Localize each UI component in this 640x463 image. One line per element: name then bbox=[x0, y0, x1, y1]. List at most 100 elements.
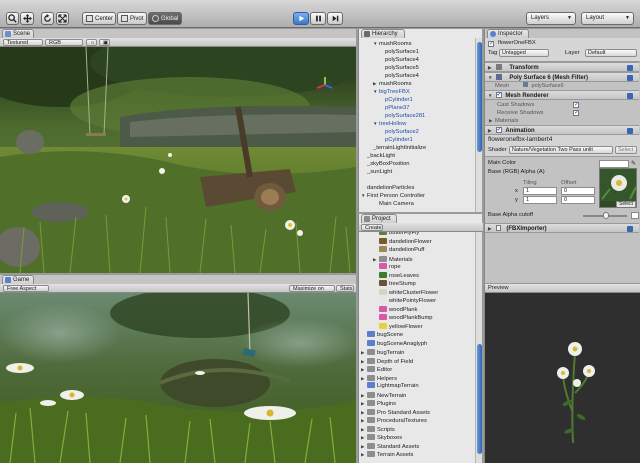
hierarchy-scroll-thumb[interactable] bbox=[477, 42, 482, 152]
asset-icon bbox=[379, 271, 387, 278]
object-active-checkbox[interactable] bbox=[488, 40, 494, 47]
hierarchy-row[interactable]: ▼ First Person Controller bbox=[359, 192, 425, 200]
project-scrollbar[interactable] bbox=[475, 232, 482, 463]
rotate-tool-button[interactable] bbox=[41, 12, 54, 25]
scene-viewport[interactable] bbox=[0, 47, 356, 273]
project-control-bar: Create bbox=[359, 223, 483, 232]
shader-select-button[interactable]: Select bbox=[615, 146, 637, 154]
scene-image-toggle[interactable]: ▣ bbox=[99, 39, 110, 46]
offset-y-field[interactable]: 0 bbox=[561, 196, 595, 204]
hierarchy-list: ▼ mushRooms polySurface1 polySurface4 polySu… bbox=[359, 40, 475, 212]
main-color-swatch[interactable] bbox=[599, 160, 629, 168]
render-mode-dropdown[interactable]: RGB bbox=[45, 39, 83, 46]
scale-tool-button[interactable] bbox=[56, 12, 69, 25]
global-toggle-button[interactable]: Global bbox=[148, 12, 182, 25]
tab-game[interactable]: Game bbox=[2, 275, 34, 284]
object-name-field[interactable]: flowerOneFBX bbox=[498, 39, 536, 47]
hierarchy-row[interactable]: _terrainLightInitialize bbox=[359, 144, 426, 152]
hierarchy-scrollbar[interactable] bbox=[475, 38, 482, 212]
gear-icon[interactable] bbox=[627, 75, 633, 81]
mesh-renderer-enabled-checkbox[interactable] bbox=[495, 91, 502, 100]
hierarchy-row-label: pCylinder1 bbox=[385, 137, 413, 143]
project-create-dropdown[interactable]: Create bbox=[361, 224, 383, 231]
project-item-label: Skyboxes bbox=[377, 435, 403, 441]
eyedropper-icon[interactable]: ✎ bbox=[631, 160, 636, 167]
hierarchy-row-label: Main Camera bbox=[379, 201, 414, 207]
animation-section-header[interactable]: ▶ Animation bbox=[485, 125, 639, 135]
hierarchy-row[interactable]: ▼ mushRooms bbox=[359, 40, 412, 48]
layout-dropdown[interactable]: Layout ▼ bbox=[581, 12, 634, 25]
project-item-label: Plugins bbox=[377, 401, 397, 407]
hand-tool-button[interactable] bbox=[6, 12, 19, 25]
stats-toggle[interactable]: Stats bbox=[336, 285, 354, 292]
gear-icon[interactable] bbox=[627, 226, 633, 232]
project-scroll-thumb[interactable] bbox=[477, 344, 482, 454]
materials-foldout[interactable]: ▶ Materials bbox=[489, 117, 519, 125]
x-label: x bbox=[515, 188, 518, 194]
alpha-cutoff-value-field[interactable] bbox=[631, 212, 639, 219]
layer-value: Default bbox=[588, 50, 606, 56]
mesh-renderer-section-header[interactable]: ▼ Mesh Renderer bbox=[485, 90, 639, 100]
tiling-x-field[interactable]: 1 bbox=[523, 187, 557, 195]
tab-inspector[interactable]: Inspector bbox=[487, 29, 529, 38]
pause-button[interactable] bbox=[310, 12, 326, 25]
shader-dropdown[interactable]: Nature/Vegetation Two Pass unlit bbox=[509, 146, 613, 154]
center-toggle-button[interactable]: Center bbox=[82, 12, 116, 25]
asset-icon bbox=[367, 382, 375, 389]
hierarchy-row[interactable]: pCylinder1 bbox=[359, 136, 413, 144]
shading-mode-dropdown[interactable]: Textured bbox=[3, 39, 43, 46]
hierarchy-row[interactable]: _backLight bbox=[359, 152, 395, 160]
gear-icon[interactable] bbox=[627, 65, 633, 71]
hierarchy-row[interactable]: _sunLight bbox=[359, 168, 392, 176]
transform-section-header[interactable]: ▶ Transform bbox=[485, 62, 639, 72]
hierarchy-row[interactable]: polySurface4 bbox=[359, 72, 419, 80]
scene-lighting-toggle[interactable]: ☼ bbox=[86, 39, 97, 46]
preview-render[interactable] bbox=[485, 293, 640, 463]
animation-enabled-checkbox[interactable] bbox=[495, 126, 502, 135]
hierarchy-row[interactable]: polySurface2 bbox=[359, 128, 419, 136]
hierarchy-row[interactable]: pPlane37 bbox=[359, 104, 410, 112]
hierarchy-row[interactable]: dandelionParticles bbox=[359, 184, 414, 192]
fbx-importer-section-header[interactable]: ▶ (FBXImporter) bbox=[485, 223, 639, 233]
play-button[interactable] bbox=[293, 12, 309, 25]
offset-x-field[interactable]: 0 bbox=[561, 187, 595, 195]
hierarchy-row[interactable] bbox=[359, 176, 367, 184]
hierarchy-row[interactable]: polySurface281 bbox=[359, 112, 425, 120]
game-viewport[interactable] bbox=[0, 293, 356, 463]
mesh-field[interactable]: polySurface6 bbox=[521, 82, 621, 90]
hierarchy-row[interactable]: polySurface5 bbox=[359, 64, 419, 72]
hierarchy-row[interactable]: polySurface4 bbox=[359, 56, 419, 64]
project-item-label: woodPlankBump bbox=[389, 315, 433, 321]
base-texture-slot[interactable]: Select bbox=[599, 168, 637, 208]
tab-hierarchy[interactable]: Hierarchy bbox=[361, 29, 405, 38]
layers-dropdown[interactable]: Layers ▼ bbox=[526, 12, 576, 25]
alpha-cutoff-slider-handle[interactable] bbox=[603, 212, 609, 219]
cast-shadows-checkbox[interactable] bbox=[573, 101, 579, 108]
tiling-y-field[interactable]: 1 bbox=[523, 196, 557, 204]
gear-icon[interactable] bbox=[627, 93, 633, 99]
hierarchy-row[interactable]: Main Camera bbox=[359, 200, 414, 208]
layer-dropdown[interactable]: Default bbox=[585, 49, 637, 57]
tag-dropdown[interactable]: Untagged bbox=[499, 49, 549, 57]
maximize-on-play-toggle[interactable]: Maximize on Play bbox=[289, 285, 335, 299]
hierarchy-row[interactable]: polySurface1 bbox=[359, 48, 419, 56]
step-button[interactable] bbox=[327, 12, 343, 25]
hierarchy-row[interactable]: ▼ bigTreeFBX bbox=[359, 88, 410, 96]
hierarchy-row[interactable]: _skyBoxPosition bbox=[359, 160, 410, 168]
move-tool-button[interactable] bbox=[20, 12, 34, 25]
folder-icon bbox=[367, 442, 375, 449]
hierarchy-row[interactable]: ▼ treeHollow bbox=[359, 120, 406, 128]
hierarchy-row[interactable]: pCylinder1 bbox=[359, 96, 413, 104]
pivot-toggle-button[interactable]: Pivot bbox=[117, 12, 147, 25]
mesh-filter-section-header[interactable]: ▼ Poly Surface 6 (Mesh Filter) bbox=[485, 72, 639, 82]
aspect-dropdown[interactable]: Free Aspect bbox=[3, 285, 49, 292]
texture-select-button[interactable]: Select bbox=[616, 201, 636, 207]
gear-icon[interactable] bbox=[627, 128, 633, 134]
tab-scene[interactable]: Scene bbox=[2, 29, 34, 38]
pause-icon bbox=[315, 15, 321, 22]
receive-shadows-checkbox[interactable] bbox=[573, 109, 579, 116]
hierarchy-row[interactable]: ▶ mushRooms bbox=[359, 80, 412, 88]
project-item[interactable]: ▶ Terrain Assets bbox=[359, 450, 413, 459]
alpha-cutoff-slider[interactable] bbox=[583, 212, 627, 219]
tab-project[interactable]: Project bbox=[361, 214, 397, 223]
